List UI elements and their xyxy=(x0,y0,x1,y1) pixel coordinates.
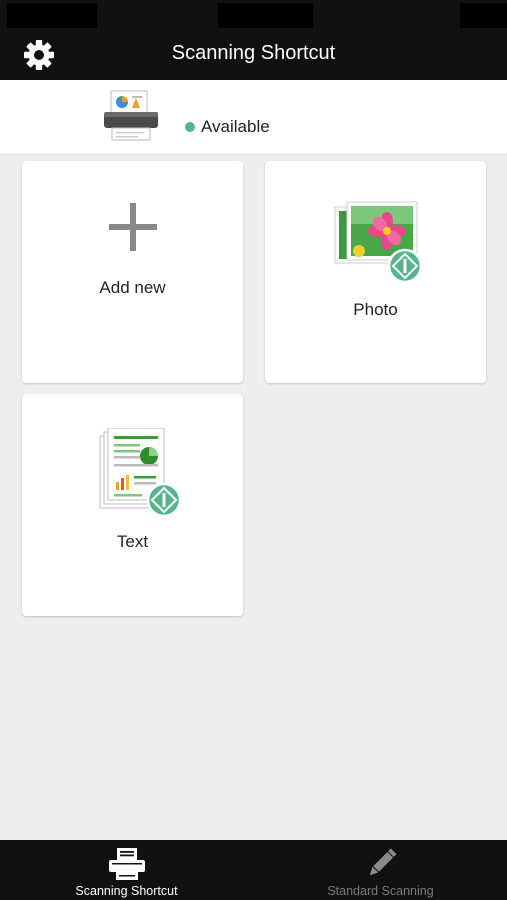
add-new-card[interactable]: Add new xyxy=(22,161,243,383)
status-redaction-left xyxy=(7,3,97,28)
scanner-tab-icon xyxy=(109,848,145,880)
status-redaction-right xyxy=(460,3,507,28)
status-redaction-center xyxy=(218,3,313,28)
status-bar xyxy=(0,0,507,30)
tab-bar: Scanning Shortcut Standard Scanning xyxy=(0,840,507,900)
tab-standard-scanning[interactable]: Standard Scanning xyxy=(254,840,507,900)
card-label: Add new xyxy=(99,278,166,297)
scanner-icon xyxy=(104,90,158,141)
tab-label: Scanning Shortcut xyxy=(75,884,178,898)
plus-icon xyxy=(109,203,157,251)
photo-shortcut-card[interactable]: Photo xyxy=(265,161,486,383)
pencil-icon xyxy=(369,848,397,876)
document-scan-icon xyxy=(99,428,182,518)
card-label: Photo xyxy=(353,300,398,319)
page-title: Scanning Shortcut xyxy=(171,42,336,64)
nav-bar: Scanning Shortcut xyxy=(0,30,507,80)
photo-scan-icon xyxy=(334,201,423,283)
tab-label: Standard Scanning xyxy=(327,884,434,898)
card-label: Text xyxy=(116,532,149,551)
tab-scanning-shortcut[interactable]: Scanning Shortcut xyxy=(0,840,253,900)
status-indicator-dot xyxy=(185,122,195,132)
device-status-text: Available xyxy=(201,117,270,136)
text-shortcut-card[interactable]: Text xyxy=(22,394,243,616)
